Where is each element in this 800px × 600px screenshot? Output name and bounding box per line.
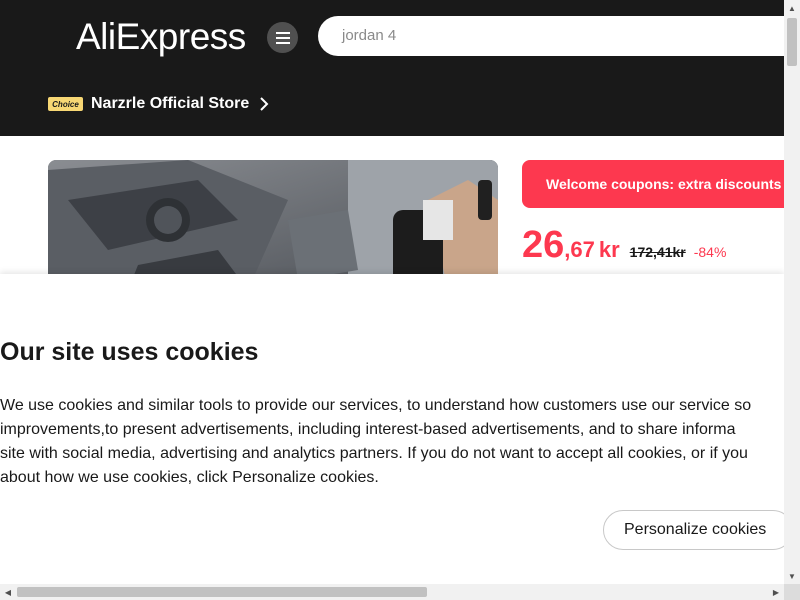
cookie-body-line: improvements,to present advertisements, … bbox=[0, 421, 736, 438]
menu-button[interactable] bbox=[267, 22, 298, 53]
price-decimal: ,67 bbox=[564, 237, 595, 262]
product-photo bbox=[48, 160, 498, 290]
price-integer: 26 bbox=[522, 224, 565, 266]
cookie-banner: Our site uses cookies We use cookies and… bbox=[0, 274, 784, 584]
product-image[interactable] bbox=[48, 160, 498, 290]
scroll-right-arrow[interactable]: ▶ bbox=[768, 584, 784, 600]
cookie-body-line: about how we use cookies, click Personal… bbox=[0, 469, 379, 486]
site-header: AliExpress jordan 4 Choice Narzrle Offic… bbox=[0, 0, 798, 136]
horizontal-scroll-thumb[interactable] bbox=[17, 587, 427, 597]
cookie-body-line: We use cookies and similar tools to prov… bbox=[0, 397, 752, 414]
chevron-right-icon bbox=[260, 97, 269, 111]
discount-badge: -84% bbox=[693, 244, 727, 260]
cookie-title: Our site uses cookies bbox=[0, 338, 259, 366]
aliexpress-logo[interactable]: AliExpress bbox=[76, 16, 246, 58]
vertical-scrollbar[interactable] bbox=[784, 0, 800, 584]
choice-badge: Choice bbox=[48, 97, 83, 111]
search-input[interactable]: jordan 4 bbox=[318, 16, 798, 56]
scroll-up-arrow[interactable]: ▲ bbox=[784, 0, 800, 16]
search-value: jordan 4 bbox=[342, 27, 397, 44]
original-price: 172,41kr bbox=[629, 244, 686, 260]
scroll-down-arrow[interactable]: ▼ bbox=[784, 568, 800, 584]
coupon-text: Welcome coupons: extra discounts bbox=[546, 176, 782, 192]
welcome-coupon-banner[interactable]: Welcome coupons: extra discounts bbox=[522, 160, 792, 208]
store-link[interactable]: Choice Narzrle Official Store bbox=[48, 92, 269, 116]
scroll-left-arrow[interactable]: ◀ bbox=[0, 584, 16, 600]
hamburger-icon bbox=[275, 31, 290, 44]
scrollbar-corner bbox=[784, 584, 800, 600]
cookie-body-line: site with social media, advertising and … bbox=[0, 445, 748, 462]
cookie-body: We use cookies and similar tools to prov… bbox=[0, 394, 784, 490]
page: AliExpress jordan 4 Choice Narzrle Offic… bbox=[0, 0, 800, 600]
choice-badge-label: Choice bbox=[52, 99, 79, 109]
personalize-cookies-button[interactable]: Personalize cookies bbox=[603, 510, 784, 550]
store-name: Narzrle Official Store bbox=[91, 95, 250, 112]
price-currency: kr bbox=[598, 237, 620, 262]
vertical-scroll-thumb[interactable] bbox=[787, 18, 797, 66]
price-block: 26 ,67 kr 172,41kr -84% bbox=[522, 224, 726, 268]
